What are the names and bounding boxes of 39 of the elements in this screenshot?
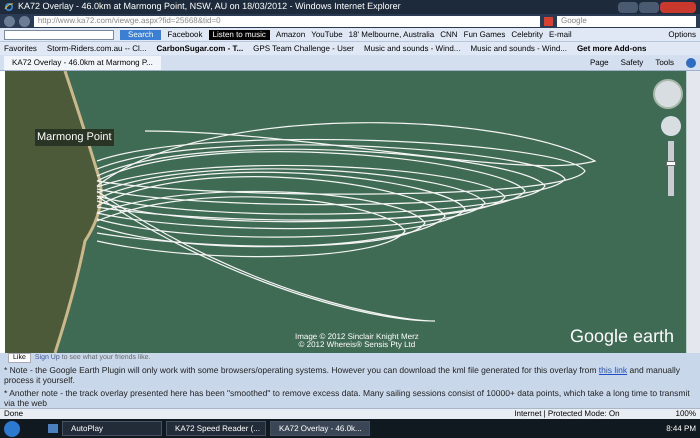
note-paragraph: * Another note - the track overlay presented here has been "smoothed" to remove excess data. Many sailing sessions consist of 10000+ data points, which take a long time to transmit via the web	[4, 388, 691, 408]
taskbar-button[interactable]: KA72 Overlay - 46.0k...	[270, 421, 370, 436]
command-menu[interactable]: Page	[590, 57, 609, 69]
toolbar-link[interactable]: Listen to music	[208, 30, 270, 40]
favorite-link[interactable]: Get more Add-ons	[576, 44, 646, 54]
security-zone: Internet | Protected Mode: On	[514, 408, 620, 420]
favorite-link[interactable]: Music and sounds - Wind...	[364, 44, 460, 54]
favorites-button[interactable]: Favorites	[4, 44, 37, 54]
command-menu[interactable]: Safety	[620, 57, 644, 69]
toolbar-link[interactable]: Amazon	[276, 30, 306, 40]
logo-text: Google earth	[570, 325, 674, 347]
zoom-level[interactable]: 100%	[676, 408, 696, 420]
toolbar-link[interactable]: Fun Games	[464, 30, 506, 40]
toolbar-link[interactable]: Celebrity	[511, 30, 543, 40]
toolbar-link[interactable]: E-mail	[548, 30, 572, 40]
place-label: Marmong Point	[35, 129, 114, 146]
address-field[interactable]: http://www.ka72.com/viewge.aspx?fid=25668&tid=0	[34, 16, 540, 26]
map-credit: Image © 2012 Sinclair Knight Merz	[295, 333, 419, 341]
browser-tab[interactable]: KA72 Overlay - 46.0km at Marmong P...	[4, 56, 161, 70]
favorite-link[interactable]: Storm-Riders.com.au -- Cl...	[46, 44, 146, 54]
options-button[interactable]: Options	[668, 30, 696, 40]
search-field[interactable]: Google	[557, 16, 696, 26]
favorite-link[interactable]: Music and sounds - Wind...	[470, 44, 567, 54]
toolbar-link[interactable]: YouTube	[311, 30, 343, 40]
taskbar-button[interactable]: AutoPlay	[62, 421, 162, 436]
download-link[interactable]: this link	[598, 365, 628, 375]
clock: 8:44 PM	[666, 422, 696, 434]
favorite-link[interactable]: GPS Team Challenge - User	[253, 44, 354, 54]
taskbar-button[interactable]: KA72 Speed Reader (...	[166, 421, 266, 436]
toolbar-link[interactable]: 18' Melbourne, Australia	[348, 30, 434, 40]
toolbar-link[interactable]: Facebook	[167, 30, 202, 40]
command-menu[interactable]: Tools	[655, 57, 674, 69]
toolbar-link[interactable]: CNN	[440, 30, 458, 40]
note-paragraph: * Note - the Google Earth Plugin will only work with some browsers/operating systems. However you can download the kml file generated for this overlay from this link and manually process it yourself.	[4, 365, 682, 385]
search-button[interactable]: Search	[120, 30, 162, 40]
status-text: Done	[4, 408, 24, 420]
window-title: KA72 Overlay - 46.0km at Marmong Point, NSW, AU on 18/03/2012 - Windows Internet Explorer	[18, 0, 401, 14]
map-credit: © 2012 Whereis® Sensis Pty Ltd	[298, 341, 416, 349]
favorite-link[interactable]: CarbonSugar.com - T...	[156, 44, 244, 54]
